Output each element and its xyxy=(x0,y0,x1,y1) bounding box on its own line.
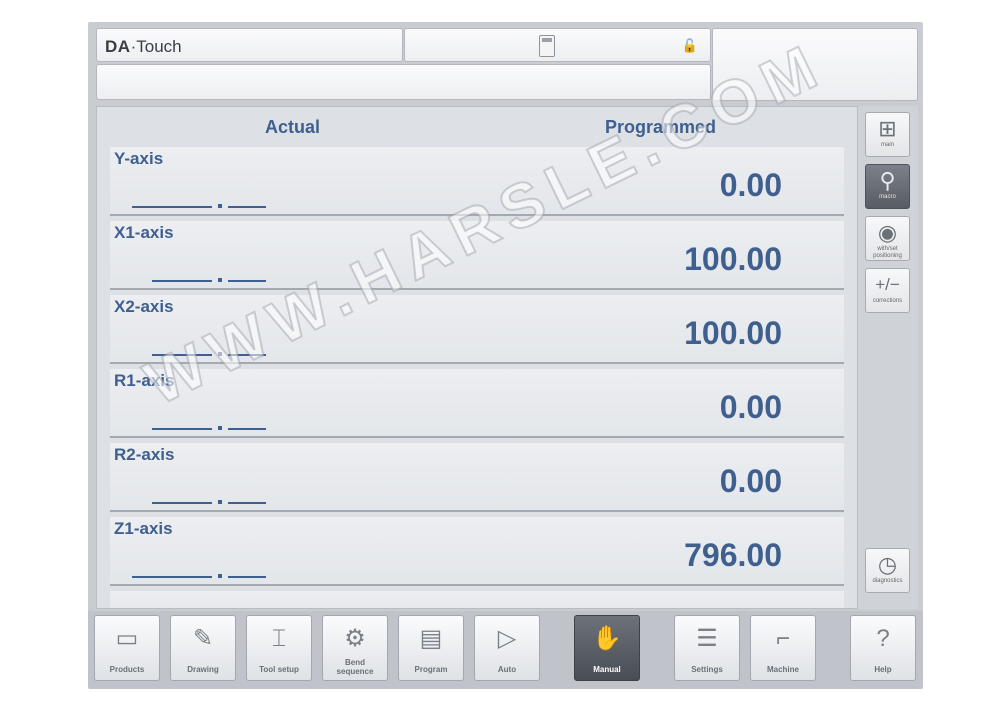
tool-setup-icon: ⌶ xyxy=(271,625,287,652)
machine-icon: ⌐ xyxy=(775,625,790,652)
unlock-icon[interactable]: 🔓 xyxy=(682,38,698,54)
settings-button[interactable]: ☰ Settings xyxy=(674,615,740,681)
programmed-value[interactable]: 796.00 xyxy=(684,537,782,574)
programmed-value[interactable]: 100.00 xyxy=(684,315,782,352)
help-icon: ? xyxy=(876,625,890,652)
actual-column-header: Actual xyxy=(265,117,321,137)
clock-icon: ◷ xyxy=(877,552,898,577)
status-bar xyxy=(96,64,711,100)
magnifier-icon: ⚲ xyxy=(879,168,896,193)
plus-minus-icon: +/− xyxy=(875,275,900,294)
drawing-button[interactable]: ✎ Drawing xyxy=(170,615,236,681)
axis-name: Y-axis xyxy=(114,149,164,168)
bottom-toolbar: ▭ Products ✎ Drawing ⌶ Tool setup ⚙ Bend… xyxy=(88,611,923,689)
drawing-icon: ✎ xyxy=(192,625,214,652)
auto-button[interactable]: ▷ Auto xyxy=(474,615,540,681)
programmed-value[interactable]: 0.00 xyxy=(720,463,782,500)
program-button[interactable]: ▤ Program xyxy=(398,615,464,681)
folder-icon: ▭ xyxy=(115,625,139,652)
axis-name: Z1-axis xyxy=(114,519,173,538)
program-icon: ▤ xyxy=(419,625,443,652)
play-icon: ▷ xyxy=(497,625,517,652)
axis-row[interactable]: X2-axis 100.00 xyxy=(110,295,844,364)
axis-name: X1-axis xyxy=(114,223,174,242)
actual-value-field xyxy=(152,268,286,282)
brand-logo: DA·Touch xyxy=(105,37,182,56)
axis-row[interactable]: Y-axis 0.00 xyxy=(110,147,844,216)
programmed-value[interactable]: 100.00 xyxy=(684,241,782,278)
axis-row[interactable]: X1-axis 100.00 xyxy=(110,221,844,290)
actual-value-field xyxy=(152,490,286,504)
main-view-button[interactable]: ⊞ main xyxy=(865,112,910,157)
axes-panel: Actual Programmed Y-axis 0.00 X1-axis 10… xyxy=(96,106,858,609)
axis-name: R2-axis xyxy=(114,445,175,464)
corrections-button[interactable]: +/− corrections xyxy=(865,268,910,313)
hand-icon: ✋ xyxy=(592,625,622,652)
axis-row-partial[interactable] xyxy=(110,591,844,608)
actual-value-field xyxy=(152,342,286,356)
control-frame: DA·Touch 🔓 Actual Programmed Y-axis 0.00… xyxy=(88,22,923,689)
machine-button[interactable]: ⌐ Machine xyxy=(750,615,816,681)
axis-name: R1-axis xyxy=(114,371,175,390)
help-button[interactable]: ? Help xyxy=(850,615,916,681)
bend-sequence-button[interactable]: ⚙ Bend sequence xyxy=(322,615,388,681)
macro-button[interactable]: ⚲ macro xyxy=(865,164,910,209)
axis-row[interactable]: R1-axis 0.00 xyxy=(110,369,844,438)
diagnostics-button[interactable]: ◷ diagnostics xyxy=(865,548,910,593)
programmed-column-header: Programmed xyxy=(605,117,717,137)
bend-sequence-icon: ⚙ xyxy=(344,625,366,652)
main-layout-icon: ⊞ xyxy=(878,116,897,141)
axis-row[interactable]: Z1-axis 796.00 xyxy=(110,517,844,586)
actual-value-field xyxy=(132,564,266,578)
products-button[interactable]: ▭ Products xyxy=(94,615,160,681)
calculator-lock-box: 🔓 xyxy=(404,28,711,62)
positioning-button[interactable]: ◉ with/set positioning xyxy=(865,216,910,261)
side-button-bar: ⊞ main ⚲ macro ◉ with/set positioning +/… xyxy=(858,106,918,609)
manual-button[interactable]: ✋ Manual xyxy=(574,615,640,681)
settings-icon: ☰ xyxy=(696,625,718,652)
tool-setup-button[interactable]: ⌶ Tool setup xyxy=(246,615,312,681)
axis-row[interactable]: R2-axis 0.00 xyxy=(110,443,844,512)
programmed-value[interactable]: 0.00 xyxy=(720,167,782,204)
programmed-value[interactable]: 0.00 xyxy=(720,389,782,426)
piggy-bank-icon: ◉ xyxy=(877,220,898,245)
axis-name: X2-axis xyxy=(114,297,174,316)
top-right-panel xyxy=(712,28,918,101)
calculator-icon[interactable] xyxy=(539,35,555,57)
actual-value-field xyxy=(152,416,286,430)
actual-value-field xyxy=(132,194,266,208)
brand-box: DA·Touch xyxy=(96,28,403,62)
